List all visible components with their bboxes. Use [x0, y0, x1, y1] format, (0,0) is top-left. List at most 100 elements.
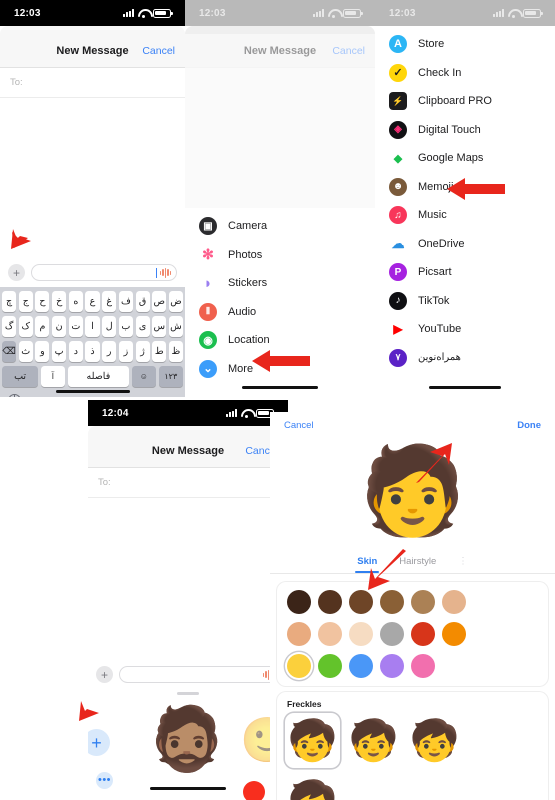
- freckles-options[interactable]: 🧒 🧒 🧒: [277, 713, 548, 768]
- key[interactable]: پ: [52, 341, 67, 362]
- battery-icon: [343, 8, 363, 18]
- add-attachment-button[interactable]: +: [8, 264, 25, 281]
- panel-compose-keyboard: 12:03 New Message Cancel To: + ض ص ق ف غ…: [0, 0, 185, 397]
- color-swatch[interactable]: [318, 654, 342, 678]
- key[interactable]: و: [35, 341, 50, 362]
- numbers-key[interactable]: ۱۲۳: [158, 366, 183, 387]
- editor-tabs[interactable]: Skin Hairstyle ⋮: [270, 551, 555, 574]
- memoji-options-button[interactable]: •••: [96, 772, 113, 789]
- tab-overflow[interactable]: ⋮: [458, 556, 468, 567]
- key[interactable]: گ: [2, 316, 17, 337]
- key[interactable]: ژ: [135, 341, 150, 362]
- key[interactable]: ل: [102, 316, 117, 337]
- key[interactable]: ن: [52, 316, 67, 337]
- create-memoji-button[interactable]: +: [88, 729, 110, 756]
- done-button[interactable]: Done: [517, 420, 541, 431]
- color-swatch[interactable]: [318, 622, 342, 646]
- app-row-clipboard-pro[interactable]: ⚡ Clipboard PRO: [375, 87, 555, 116]
- freckles-options-row2[interactable]: 🧒: [277, 774, 548, 800]
- app-row-camera[interactable]: ▣ Camera: [185, 212, 375, 241]
- key[interactable]: ز: [118, 341, 133, 362]
- memoji-avatar[interactable]: 🧔🏽: [148, 709, 225, 771]
- color-swatch[interactable]: [411, 654, 435, 678]
- emoji-key[interactable]: ☺: [131, 366, 157, 387]
- key[interactable]: ج: [18, 291, 33, 312]
- key[interactable]: ب: [118, 316, 133, 337]
- color-swatch[interactable]: [411, 622, 435, 646]
- color-swatch[interactable]: [349, 654, 373, 678]
- key[interactable]: د: [68, 341, 83, 362]
- key[interactable]: ط: [152, 341, 167, 362]
- key[interactable]: ق: [135, 291, 150, 312]
- skin-color-palette[interactable]: [277, 582, 548, 686]
- key[interactable]: ر: [102, 341, 117, 362]
- color-swatch[interactable]: [442, 590, 466, 614]
- app-row-google-maps[interactable]: ◆ Google Maps: [375, 144, 555, 173]
- freckles-option[interactable]: 🧒: [285, 774, 340, 800]
- color-swatch[interactable]: [411, 590, 435, 614]
- freckles-option[interactable]: 🧒: [407, 713, 462, 768]
- recipient-field[interactable]: To:: [88, 468, 288, 498]
- key[interactable]: ع: [85, 291, 100, 312]
- app-row-store[interactable]: A Store: [375, 30, 555, 59]
- key[interactable]: ض: [168, 291, 183, 312]
- message-input[interactable]: [119, 666, 280, 683]
- app-row-check-in[interactable]: ✓ Check In: [375, 59, 555, 88]
- app-row-youtube[interactable]: ▶ YouTube: [375, 315, 555, 344]
- app-row-picsart[interactable]: P Picsart: [375, 258, 555, 287]
- status-time: 12:04: [102, 407, 129, 419]
- key[interactable]: ذ: [85, 341, 100, 362]
- key[interactable]: ا: [85, 316, 100, 337]
- key[interactable]: چ: [2, 291, 17, 312]
- key[interactable]: ی: [135, 316, 150, 337]
- app-row-hamrah-novin[interactable]: ۷ همراه‌نوین: [375, 344, 555, 373]
- app-row-tiktok[interactable]: ♪ TikTok: [375, 287, 555, 316]
- key[interactable]: س: [152, 316, 167, 337]
- key[interactable]: ث: [18, 341, 33, 362]
- key[interactable]: خ: [52, 291, 67, 312]
- backspace-key[interactable]: ⌫: [2, 341, 17, 362]
- alt-key[interactable]: آ: [40, 366, 66, 387]
- persian-keyboard[interactable]: ض ص ق ف غ ع ه خ ح ج چ ش س ی ب ل ا ت ن م …: [0, 287, 185, 397]
- cancel-button[interactable]: Cancel: [284, 420, 314, 431]
- color-swatch[interactable]: [287, 590, 311, 614]
- cancel-button[interactable]: Cancel: [142, 45, 175, 57]
- app-row-onedrive[interactable]: ☁ OneDrive: [375, 230, 555, 259]
- record-button[interactable]: [243, 781, 265, 800]
- freckles-option[interactable]: 🧒: [346, 713, 401, 768]
- space-key[interactable]: فاصله: [67, 366, 130, 387]
- app-row-digital-touch[interactable]: ◈ Digital Touch: [375, 116, 555, 145]
- google-maps-icon: ◆: [389, 149, 407, 168]
- key[interactable]: ظ: [168, 341, 183, 362]
- app-row-audio[interactable]: ⦀ Audio: [185, 298, 375, 327]
- recipient-field[interactable]: To:: [0, 68, 185, 98]
- color-swatch[interactable]: [318, 590, 342, 614]
- to-label: To:: [10, 77, 23, 88]
- key[interactable]: ف: [118, 291, 133, 312]
- color-swatch-selected[interactable]: [287, 654, 311, 678]
- app-row-music[interactable]: ♫ Music: [375, 201, 555, 230]
- key[interactable]: ش: [168, 316, 183, 337]
- keyboard-row-2: ش س ی ب ل ا ت ن م ک گ: [2, 316, 183, 337]
- color-swatch[interactable]: [349, 622, 373, 646]
- key[interactable]: غ: [102, 291, 117, 312]
- freckles-option[interactable]: 🧒: [285, 713, 340, 768]
- key[interactable]: ص: [152, 291, 167, 312]
- cancel-button[interactable]: Cancel: [332, 45, 365, 57]
- key[interactable]: ت: [68, 316, 83, 337]
- return-key[interactable]: تب: [2, 366, 39, 387]
- key[interactable]: ک: [18, 316, 33, 337]
- color-swatch[interactable]: [380, 622, 404, 646]
- color-swatch[interactable]: [380, 654, 404, 678]
- color-swatch[interactable]: [442, 622, 466, 646]
- audio-waveform-icon[interactable]: [160, 267, 171, 278]
- key[interactable]: ح: [35, 291, 50, 312]
- app-row-photos[interactable]: ✻ Photos: [185, 241, 375, 270]
- key[interactable]: ه: [68, 291, 83, 312]
- app-row-stickers[interactable]: ◗ Stickers: [185, 269, 375, 298]
- color-swatch[interactable]: [287, 622, 311, 646]
- globe-icon[interactable]: [8, 394, 21, 397]
- picsart-icon: P: [389, 263, 407, 282]
- key[interactable]: م: [35, 316, 50, 337]
- message-input[interactable]: [31, 264, 177, 281]
